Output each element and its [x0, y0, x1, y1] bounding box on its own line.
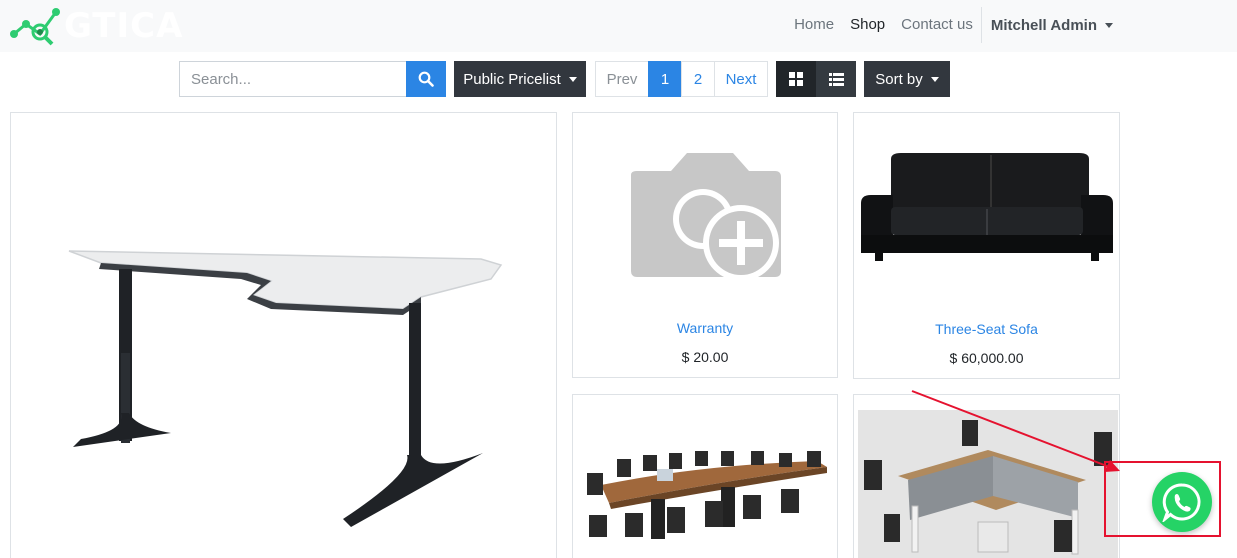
product-card-office-workstation[interactable] [853, 394, 1120, 558]
grid-view-icon [789, 72, 803, 86]
search-button[interactable] [406, 61, 446, 97]
caret-down-icon [1105, 22, 1113, 28]
product-price: $ 60,000.00 [949, 350, 1024, 366]
pager-prev[interactable]: Prev [595, 61, 649, 97]
grid-view-button[interactable] [776, 61, 816, 97]
nav-home[interactable]: Home [794, 14, 834, 36]
search-input[interactable] [179, 61, 407, 97]
product-card-conference-table[interactable] [572, 394, 838, 558]
logo-graph-icon [10, 8, 60, 46]
product-price: $ 20.00 [681, 349, 729, 365]
view-toggle [776, 61, 856, 97]
sort-by-dropdown[interactable]: Sort by [864, 61, 950, 97]
caret-down-icon [568, 76, 577, 82]
pricelist-label: Public Pricelist [463, 70, 561, 88]
main-menu: Home Shop Contact us Mitchell Admin [778, 7, 1113, 43]
brand-name: GTICA [64, 6, 184, 46]
nav-divider [980, 7, 982, 43]
top-navbar: GTICA Home Shop Contact us Mitchell Admi… [0, 0, 1237, 52]
camera-placeholder-icon [631, 153, 781, 281]
sofa-image [861, 153, 1113, 261]
pager-page-1[interactable]: 1 [648, 61, 682, 97]
whatsapp-icon [1162, 483, 1201, 522]
list-view-icon [828, 72, 844, 86]
product-name[interactable]: Three-Seat Sofa [854, 321, 1119, 337]
corner-desk-image [68, 250, 503, 527]
search-icon [418, 71, 434, 87]
product-search [179, 61, 446, 97]
sort-label: Sort by [875, 70, 923, 88]
brand-logo[interactable]: GTICA [8, 4, 182, 46]
conference-table-image [587, 451, 827, 539]
caret-down-icon [930, 76, 939, 82]
product-card-warranty[interactable]: Warranty $ 20.00 [572, 112, 838, 378]
pager-page-2[interactable]: 2 [681, 61, 715, 97]
pagination: Prev 1 2 Next [595, 61, 768, 97]
pager-next[interactable]: Next [714, 61, 768, 97]
product-name[interactable]: Warranty [573, 320, 837, 336]
whatsapp-chat-button[interactable] [1152, 472, 1212, 532]
nav-contact-us[interactable]: Contact us [901, 14, 973, 36]
user-name: Mitchell Admin [990, 16, 1097, 34]
office-workstation-image [858, 410, 1118, 558]
user-menu-dropdown[interactable]: Mitchell Admin [991, 17, 1113, 34]
pricelist-dropdown[interactable]: Public Pricelist [454, 61, 586, 97]
list-view-button[interactable] [816, 61, 856, 97]
product-card-sofa[interactable]: Three-Seat Sofa $ 60,000.00 [853, 112, 1120, 379]
nav-shop[interactable]: Shop [850, 14, 885, 36]
product-card-desk[interactable] [10, 112, 557, 558]
